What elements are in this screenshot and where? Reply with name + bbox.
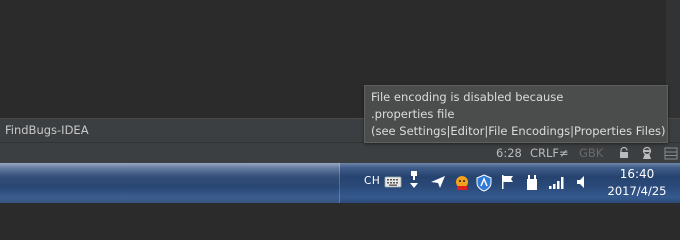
hector-inspector-icon[interactable] — [640, 146, 654, 160]
memory-indicator-icon[interactable] — [664, 146, 678, 160]
clock[interactable]: 16:40 2017/4/25 — [600, 166, 674, 200]
chat-app-icon[interactable] — [453, 174, 471, 192]
keyboard-icon[interactable] — [384, 174, 402, 190]
windows-taskbar: CH 16:40 2017/4/25 — [0, 163, 680, 203]
tooltip-line-1: File encoding is disabled because — [371, 90, 564, 104]
device-icon[interactable] — [524, 174, 540, 192]
signal-icon[interactable] — [548, 174, 566, 190]
network-usb-icon[interactable] — [407, 170, 421, 190]
findbugs-tab[interactable]: FindBugs-IDEA — [5, 123, 89, 137]
encoding-tooltip: File encoding is disabled because .prope… — [364, 85, 668, 143]
tooltip-line-2: .properties file — [371, 107, 455, 121]
clock-time: 16:40 — [619, 167, 655, 181]
caret-position[interactable]: 6:28 — [496, 146, 522, 160]
file-encoding-widget[interactable]: GBK — [579, 146, 603, 160]
editor-scrollbar[interactable] — [666, 0, 680, 118]
taskbar-app-button[interactable] — [0, 163, 340, 203]
line-separator-widget[interactable]: CRLF≠ — [530, 146, 569, 160]
tooltip-line-3: (see Settings|Editor|File Encodings|Prop… — [371, 124, 666, 138]
tool-window-side-strip — [666, 119, 680, 142]
language-indicator[interactable]: CH — [364, 175, 380, 193]
status-bar: 6:28 CRLF≠ GBK — [0, 142, 680, 163]
clock-date: 2017/4/25 — [607, 184, 667, 198]
lock-icon[interactable] — [617, 146, 631, 160]
flag-icon[interactable] — [500, 174, 516, 190]
volume-icon[interactable] — [574, 174, 590, 190]
shield-icon[interactable] — [476, 174, 492, 192]
send-icon[interactable] — [430, 174, 446, 190]
